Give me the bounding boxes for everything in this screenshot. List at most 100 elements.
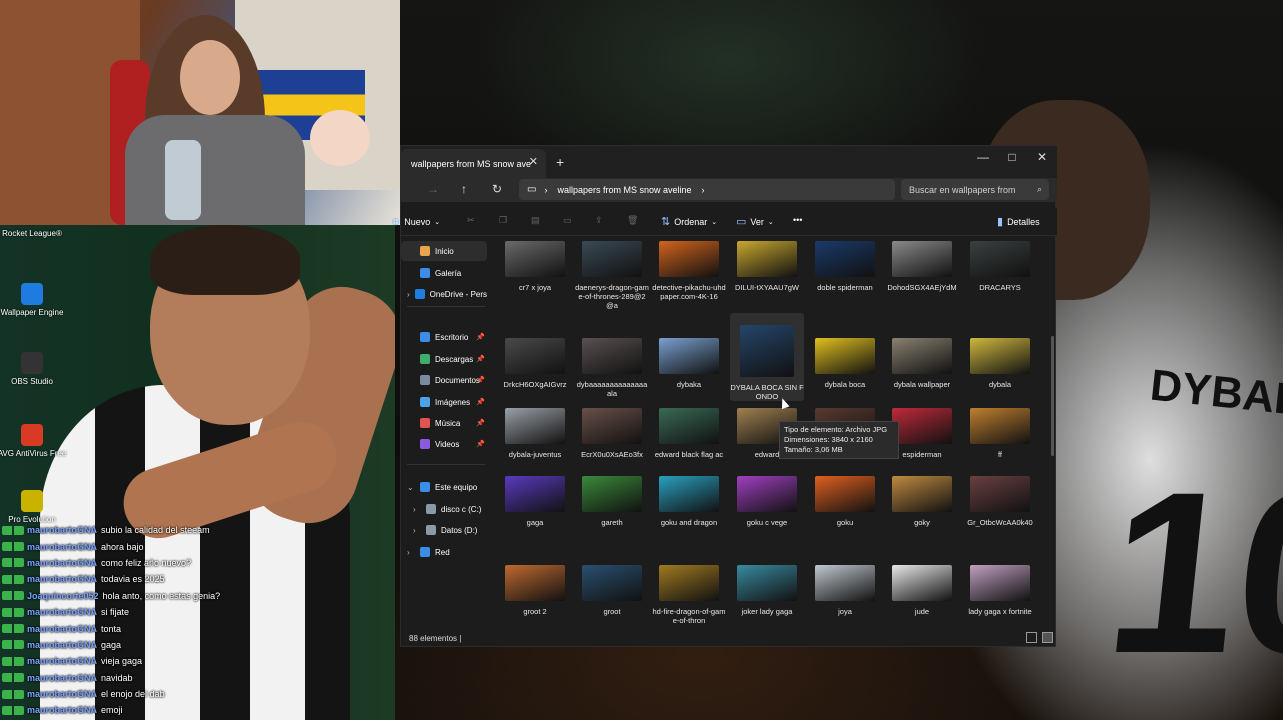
desktop-shortcut[interactable]: Rocket League® [0,226,72,238]
sidebar-item[interactable]: Galería [401,263,487,283]
file-item[interactable]: cr7 x joya [498,241,572,292]
sidebar-item[interactable]: ⌄ Este equipo [401,477,487,497]
sidebar-item-label: Escritorio [435,332,469,342]
shortcut-label: Wallpaper Engine [0,308,64,317]
file-item[interactable]: dybala boca [808,338,882,389]
explorer-tab[interactable]: wallpapers from MS snow ave ✕ [401,149,546,178]
sidebar-item[interactable]: Videos 📌 [401,434,487,454]
file-name: groot 2 [523,607,547,616]
sidebar-item[interactable]: › Red [401,542,487,562]
file-item[interactable]: groot 2 [498,565,572,616]
chat-username: maurobartoGNA [27,656,98,667]
file-item[interactable]: EcrX0u0XsAEo3fx [575,408,649,459]
file-item[interactable]: Gr_OtbcWcAA0k40 [963,476,1037,527]
more-options-button[interactable]: ••• [793,215,802,225]
details-button[interactable]: ▮ Detalles [997,215,1040,228]
large-icons-view-icon[interactable] [1042,632,1053,643]
new-button[interactable]: ⊕ Nuevo ⌄ [391,215,440,228]
file-item[interactable]: goky [885,476,959,527]
file-item[interactable]: gaga [498,476,572,527]
file-item[interactable]: goku c vege [730,476,804,527]
close-tab-icon[interactable]: ✕ [529,155,538,168]
file-item[interactable]: edward black flag ac [652,408,726,459]
up-icon[interactable]: ↑ [454,182,474,196]
chat-text: el enojo del dab [101,689,165,700]
file-item[interactable]: hd-fire-dragon-of-game-of-thron [652,565,726,625]
forward-icon[interactable]: → [423,182,443,196]
copy-icon[interactable]: ❐ [499,215,507,226]
rename-icon[interactable]: ▭ [563,215,572,226]
paste-icon[interactable]: ▤ [531,215,540,226]
file-item[interactable]: dybala [963,338,1037,389]
maximize-icon[interactable]: □ [997,150,1027,164]
pin-icon: 📌 [476,399,485,406]
desktop-shortcut[interactable]: Pro Evolution [0,490,72,524]
file-item[interactable]: doble spiderman [808,241,882,292]
file-item[interactable]: dybaka [652,338,726,389]
subscriber-badge-icon [2,689,24,699]
chat-username: maurobartoGNA [27,705,98,716]
chevron-right-icon[interactable]: › [407,548,415,557]
chevron-right-icon[interactable]: › [413,526,421,535]
file-item[interactable]: joya [808,565,882,616]
file-item[interactable]: gareth [575,476,649,527]
file-item[interactable]: ff [963,408,1037,459]
file-item[interactable]: dybala wallpaper [885,338,959,389]
file-item[interactable]: DrkcH6OXgAIGvrz [498,338,572,389]
streamer-shirt [125,115,305,225]
delete-icon[interactable]: 🗑 [627,215,638,226]
file-item[interactable]: DILUI-tXYAAU7gW [730,241,804,292]
share-icon[interactable]: ⇪ [595,215,603,226]
vertical-scrollbar[interactable] [1051,336,1054,456]
image-thumbnail [582,476,642,512]
file-item[interactable]: DYBALA BOCA SIN FONDO [730,313,804,401]
sort-button[interactable]: ⇅ Ordenar ⌄ [661,215,717,228]
chat-username: maurobartoGNA [27,557,98,568]
file-item[interactable]: daenerys-dragon-game-of-thrones-289@2@a [575,241,649,310]
file-name: DohodSGX4AEjYdM [887,283,957,292]
file-item[interactable]: joker lady gaga [730,565,804,616]
cut-icon[interactable]: ✂ [467,215,475,226]
chevron-right-icon[interactable]: › [407,290,410,299]
sidebar-item[interactable]: Imágenes 📌 [401,392,487,412]
chevron-right-icon[interactable]: › [413,505,421,514]
sidebar-item[interactable]: Escritorio 📌 [401,327,487,347]
sidebar-item[interactable]: Música 📌 [401,413,487,433]
details-view-icon[interactable] [1026,632,1037,643]
jersey-name: DYBALA [1147,360,1283,429]
desktop-shortcut[interactable]: Wallpaper Engine [0,283,72,317]
chat-text: ahora bajo [101,541,144,552]
sidebar-item[interactable]: › OneDrive - Persona [401,284,487,304]
sidebar-item[interactable]: › disco c (C:) [401,499,487,519]
new-tab-button[interactable]: + [556,154,564,170]
file-name: DYBALA BOCA SIN FONDO [730,383,804,401]
desktop-shortcut[interactable]: AVG AntiVirus Free [0,424,72,458]
minimize-icon[interactable]: — [968,150,998,164]
file-item[interactable]: DRACARYS [963,241,1037,292]
file-item[interactable]: dybaaaaaaaaaaaaaaala [575,338,649,398]
file-item[interactable]: DohodSGX4AEjYdM [885,241,959,292]
address-bar[interactable]: ▭ › wallpapers from MS snow aveline › [519,179,895,200]
refresh-icon[interactable]: ↻ [487,182,507,196]
view-button[interactable]: ▭ Ver ⌄ [736,215,774,228]
file-item[interactable]: goku [808,476,882,527]
search-placeholder: Buscar en wallpapers from [909,184,1016,195]
pin-icon: 📌 [476,334,485,341]
search-input[interactable]: Buscar en wallpapers from ⌕ [901,179,1049,200]
file-item[interactable]: goku and dragon [652,476,726,527]
file-item[interactable]: lady gaga x fortnite [963,565,1037,616]
file-item[interactable]: dybala-juventus [498,408,572,459]
sidebar-item[interactable]: › Datos (D:) [401,520,487,540]
close-window-icon[interactable]: ✕ [1027,150,1057,164]
file-item[interactable]: jude [885,565,959,616]
desktop-shortcut[interactable]: OBS Studio [0,352,72,386]
sidebar-item[interactable]: Descargas 📌 [401,349,487,369]
image-thumbnail [582,338,642,374]
chevron-right-icon[interactable]: ⌄ [407,483,415,492]
sidebar-item[interactable]: Inicio [401,241,487,261]
image-thumbnail [740,325,794,377]
file-item[interactable]: detective-pikachu-uhdpaper.com-4K-16 [652,241,726,301]
file-item[interactable]: groot [575,565,649,616]
sidebar-item[interactable]: Documentos 📌 [401,370,487,390]
file-name: goku c vege [746,518,788,527]
